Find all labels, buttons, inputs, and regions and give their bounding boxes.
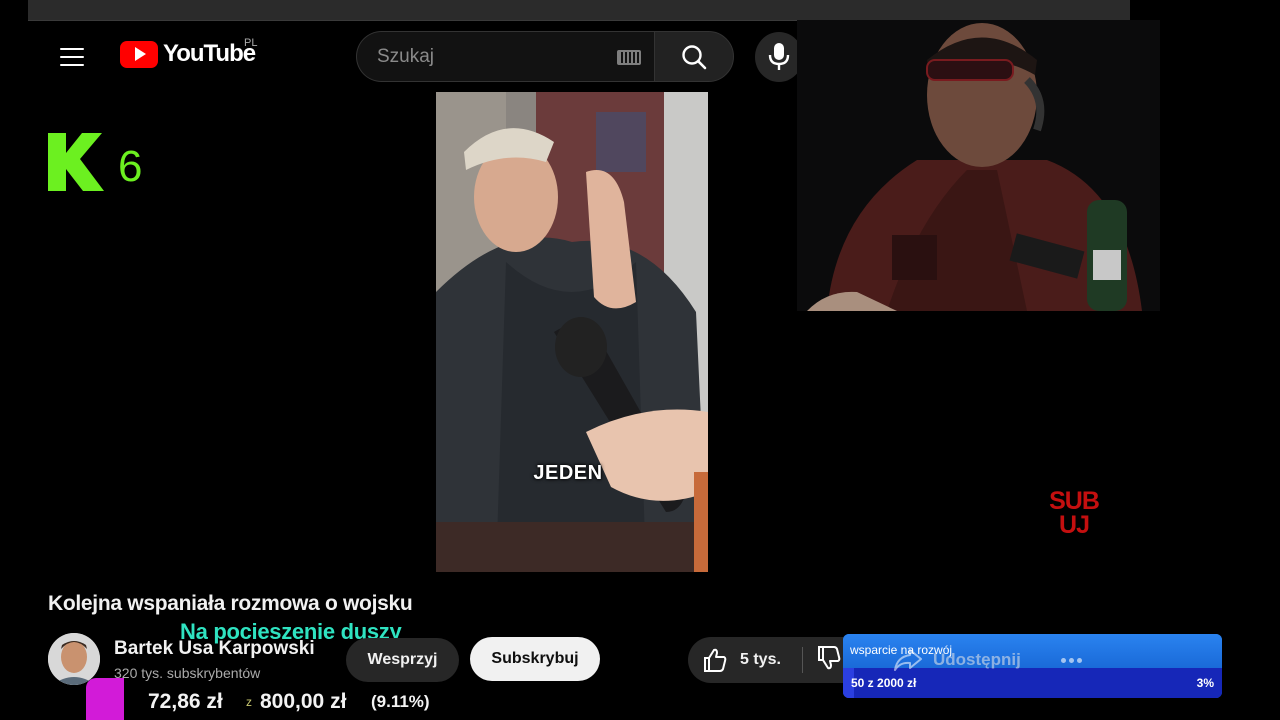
dislike-button[interactable] xyxy=(816,645,846,675)
youtube-wordmark: YouTube xyxy=(163,40,256,67)
tip-separator: z xyxy=(246,695,252,709)
webcam-overlay xyxy=(797,20,1160,311)
search-input[interactable] xyxy=(377,44,607,70)
more-actions-icon[interactable] xyxy=(1056,648,1086,672)
sub-reminder-line-1: SUB xyxy=(1049,487,1100,515)
country-code: PL xyxy=(244,37,258,49)
support-button[interactable]: Wesprzyj xyxy=(346,638,459,682)
goal-amount: 50 z 2000 zł xyxy=(851,676,917,690)
video-player[interactable]: JEDEN xyxy=(436,92,708,572)
share-label: Udostępnij xyxy=(933,650,1021,669)
keyboard-icon[interactable] xyxy=(617,50,641,65)
youtube-play-icon xyxy=(120,40,158,68)
voice-search-area xyxy=(755,25,797,90)
like-count: 5 tys. xyxy=(740,651,781,668)
like-divider xyxy=(802,647,803,673)
microphone-icon xyxy=(768,43,790,70)
share-button[interactable]: Udostępnij xyxy=(893,645,1021,675)
youtube-logo[interactable]: YouTube xyxy=(120,40,256,68)
search-button[interactable] xyxy=(654,31,734,82)
search-icon xyxy=(682,44,707,69)
sub-reminder-line-2: UJ xyxy=(1059,511,1090,539)
subscribe-button[interactable]: Subskrybuj xyxy=(470,637,600,681)
like-button[interactable]: 5 tys. xyxy=(688,637,802,683)
video-caption-text: JEDEN xyxy=(533,462,603,484)
channel-avatar[interactable] xyxy=(48,633,100,685)
browser-tab-strip xyxy=(28,0,1130,21)
thumbs-down-icon xyxy=(818,646,841,670)
webcam-image xyxy=(797,20,1160,311)
subscribe-reminder-overlay: SUB UJ xyxy=(1046,487,1102,539)
search-bar[interactable] xyxy=(356,31,654,82)
like-dislike-group: 5 tys. xyxy=(688,637,858,683)
tip-counter-accent xyxy=(86,678,124,720)
voice-search-button[interactable] xyxy=(755,32,797,82)
goal-percent: 3% xyxy=(1196,676,1214,690)
k6-number: 6 xyxy=(118,142,143,191)
video-frame-image xyxy=(436,92,708,572)
tip-current-amount: 72,86 zł xyxy=(148,690,223,713)
thumbs-up-icon xyxy=(704,648,727,672)
tip-target-amount: 800,00 zł xyxy=(260,690,347,713)
avatar-image xyxy=(48,633,100,685)
k6-channel-logo: 6 xyxy=(48,133,142,191)
hamburger-menu-icon[interactable] xyxy=(60,42,90,72)
tip-percent: (9.11%) xyxy=(371,692,430,711)
share-icon xyxy=(894,649,922,671)
subscriber-count: 320 tys. subskrybentów xyxy=(114,665,261,681)
k-letter-logo-icon xyxy=(48,133,104,191)
video-title: Kolejna wspaniała rozmowa o wojsku xyxy=(48,592,413,615)
